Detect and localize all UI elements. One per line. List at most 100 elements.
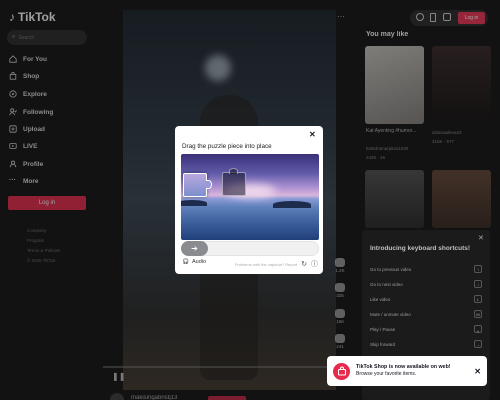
- video-author-avatar[interactable]: [110, 393, 124, 400]
- nav-label: Shop: [23, 72, 40, 80]
- video-moon-glow: [205, 55, 231, 81]
- tiktok-logo[interactable]: ♪ TikTok: [9, 10, 56, 24]
- play-pause-icon[interactable]: ❚❚: [112, 372, 125, 381]
- island-silhouette: [181, 200, 207, 206]
- footer-link-program[interactable]: Program: [27, 238, 44, 243]
- search-input[interactable]: ⌕ Search: [7, 30, 87, 45]
- shortcut-row: Mute / unmute video M: [370, 310, 482, 318]
- footer-link-terms[interactable]: Terms & Policies: [27, 248, 60, 253]
- search-placeholder: Search: [18, 34, 35, 41]
- nav-label: Profile: [23, 160, 44, 168]
- heart-icon: [335, 258, 345, 267]
- compass-icon: [9, 90, 17, 98]
- recommendation-user[interactable]: iddanaalena23: [432, 130, 462, 135]
- nav-upload[interactable]: Upload: [9, 125, 45, 133]
- close-icon[interactable]: ✕: [309, 130, 316, 139]
- nav-following[interactable]: Following: [9, 108, 53, 116]
- live-icon: [9, 142, 17, 150]
- shop-bag-icon: [9, 72, 17, 80]
- nav-label: For You: [23, 55, 47, 63]
- island-silhouette: [273, 201, 311, 208]
- nav-explore[interactable]: Explore: [9, 90, 47, 98]
- shortcut-label: Like video: [370, 296, 391, 302]
- home-icon: [9, 55, 17, 63]
- shortcut-row: Play / Pause ␣: [370, 325, 482, 333]
- audio-button[interactable]: 🎧︎ Audio: [182, 259, 206, 265]
- refresh-icon[interactable]: ↻: [301, 260, 307, 268]
- likes-count: 577: [446, 139, 455, 144]
- sidebar-login-button[interactable]: Log in: [8, 196, 86, 210]
- nav-shop[interactable]: Shop: [9, 72, 39, 80]
- recommendation-thumb-1[interactable]: [365, 46, 424, 124]
- shop-toast: TikTok Shop is now available on web! Bro…: [327, 356, 487, 386]
- views-count: 2436: [366, 155, 377, 160]
- save-count: 166: [336, 319, 344, 324]
- more-dots-icon: ···: [9, 177, 16, 184]
- shortcut-row: Go to next video ↓: [370, 280, 482, 288]
- shortcut-key: ↑: [474, 265, 482, 273]
- login-label: Log in: [38, 200, 56, 206]
- nav-live[interactable]: LIVE: [9, 142, 37, 150]
- info-icon[interactable]: ⓘ: [311, 259, 318, 269]
- shortcut-row: Go to previous video ↑: [370, 265, 482, 273]
- nav-more[interactable]: ··· More: [9, 177, 39, 185]
- puzzle-slot-knob: [229, 168, 238, 174]
- shortcut-key: L: [474, 295, 482, 303]
- shortcut-key: M: [474, 310, 482, 318]
- footer-link-company[interactable]: Company: [27, 228, 46, 233]
- video-progress-bar[interactable]: [103, 366, 336, 368]
- like-count: 1.2K: [335, 268, 345, 273]
- puzzle-piece[interactable]: [183, 173, 207, 197]
- captcha-controls: Problems with the captcha? Report ↻ ⓘ: [232, 259, 318, 269]
- nav-for-you[interactable]: For You: [9, 55, 47, 63]
- app-name: TikTok: [18, 10, 56, 24]
- recommendation-thumb-3[interactable]: [365, 170, 424, 228]
- shortcut-label: Go to previous video: [370, 266, 412, 272]
- captcha-title: Drag the puzzle piece into place: [182, 143, 272, 150]
- close-icon[interactable]: ✕: [474, 367, 481, 376]
- likes-count: 16: [380, 155, 386, 160]
- captcha-report-text[interactable]: Problems with the captcha? Report: [235, 262, 297, 267]
- follow-button[interactable]: [208, 396, 246, 400]
- header-coin-icon[interactable]: [416, 13, 424, 21]
- captcha-slider-handle[interactable]: ➔: [181, 241, 208, 256]
- shortcut-key: →: [474, 340, 482, 348]
- arrow-right-icon: ➔: [191, 244, 198, 253]
- share-arrow-icon: [335, 334, 345, 343]
- shop-bag-icon: [333, 362, 350, 380]
- video-username[interactable]: makisingabristj13: [131, 395, 177, 400]
- shortcut-row: Like video L: [370, 295, 482, 303]
- footer-copyright: © 2025 TikTok: [27, 258, 56, 263]
- shortcut-label: Mute / unmute video: [370, 311, 411, 317]
- video-more-icon[interactable]: ···: [337, 12, 345, 21]
- recommendation-user[interactable]: katedramarpitos1030: [366, 146, 408, 151]
- puzzle-piece-knob: [206, 180, 212, 189]
- comment-count: 325: [336, 293, 344, 298]
- close-icon[interactable]: ✕: [478, 234, 484, 242]
- nav-label: LIVE: [23, 142, 38, 150]
- nav-profile[interactable]: Profile: [9, 160, 43, 168]
- comment-icon: [335, 283, 345, 292]
- header-login-button[interactable]: Log in: [458, 12, 485, 24]
- you-may-like-title: You may like: [366, 31, 409, 38]
- shortcut-key: ↓: [474, 280, 482, 288]
- save-button[interactable]: 166: [333, 309, 347, 324]
- recommendation-thumb-2[interactable]: [432, 46, 491, 124]
- puzzle-target-slot: [222, 172, 246, 196]
- comment-button[interactable]: 325: [333, 283, 347, 298]
- tiktok-note-icon: ♪: [9, 10, 15, 24]
- share-count: 241: [336, 344, 344, 349]
- search-icon: ⌕: [12, 34, 16, 40]
- header-settings-icon[interactable]: [443, 13, 451, 21]
- header-desktop-icon[interactable]: [430, 13, 436, 22]
- like-button[interactable]: 1.2K: [333, 258, 347, 273]
- following-user-icon: [9, 108, 17, 116]
- recommendation-thumb-4[interactable]: [432, 170, 491, 228]
- share-button[interactable]: 241: [333, 334, 347, 349]
- bookmark-icon: [335, 309, 345, 318]
- shortcut-label: Play / Pause: [370, 326, 396, 332]
- recommendation-caption[interactable]: Kat Ayenting #humor...: [366, 128, 426, 135]
- captcha-puzzle-image: [181, 154, 319, 240]
- toast-title: TikTok Shop is now available on web!: [356, 364, 451, 371]
- audio-label: Audio: [191, 259, 207, 265]
